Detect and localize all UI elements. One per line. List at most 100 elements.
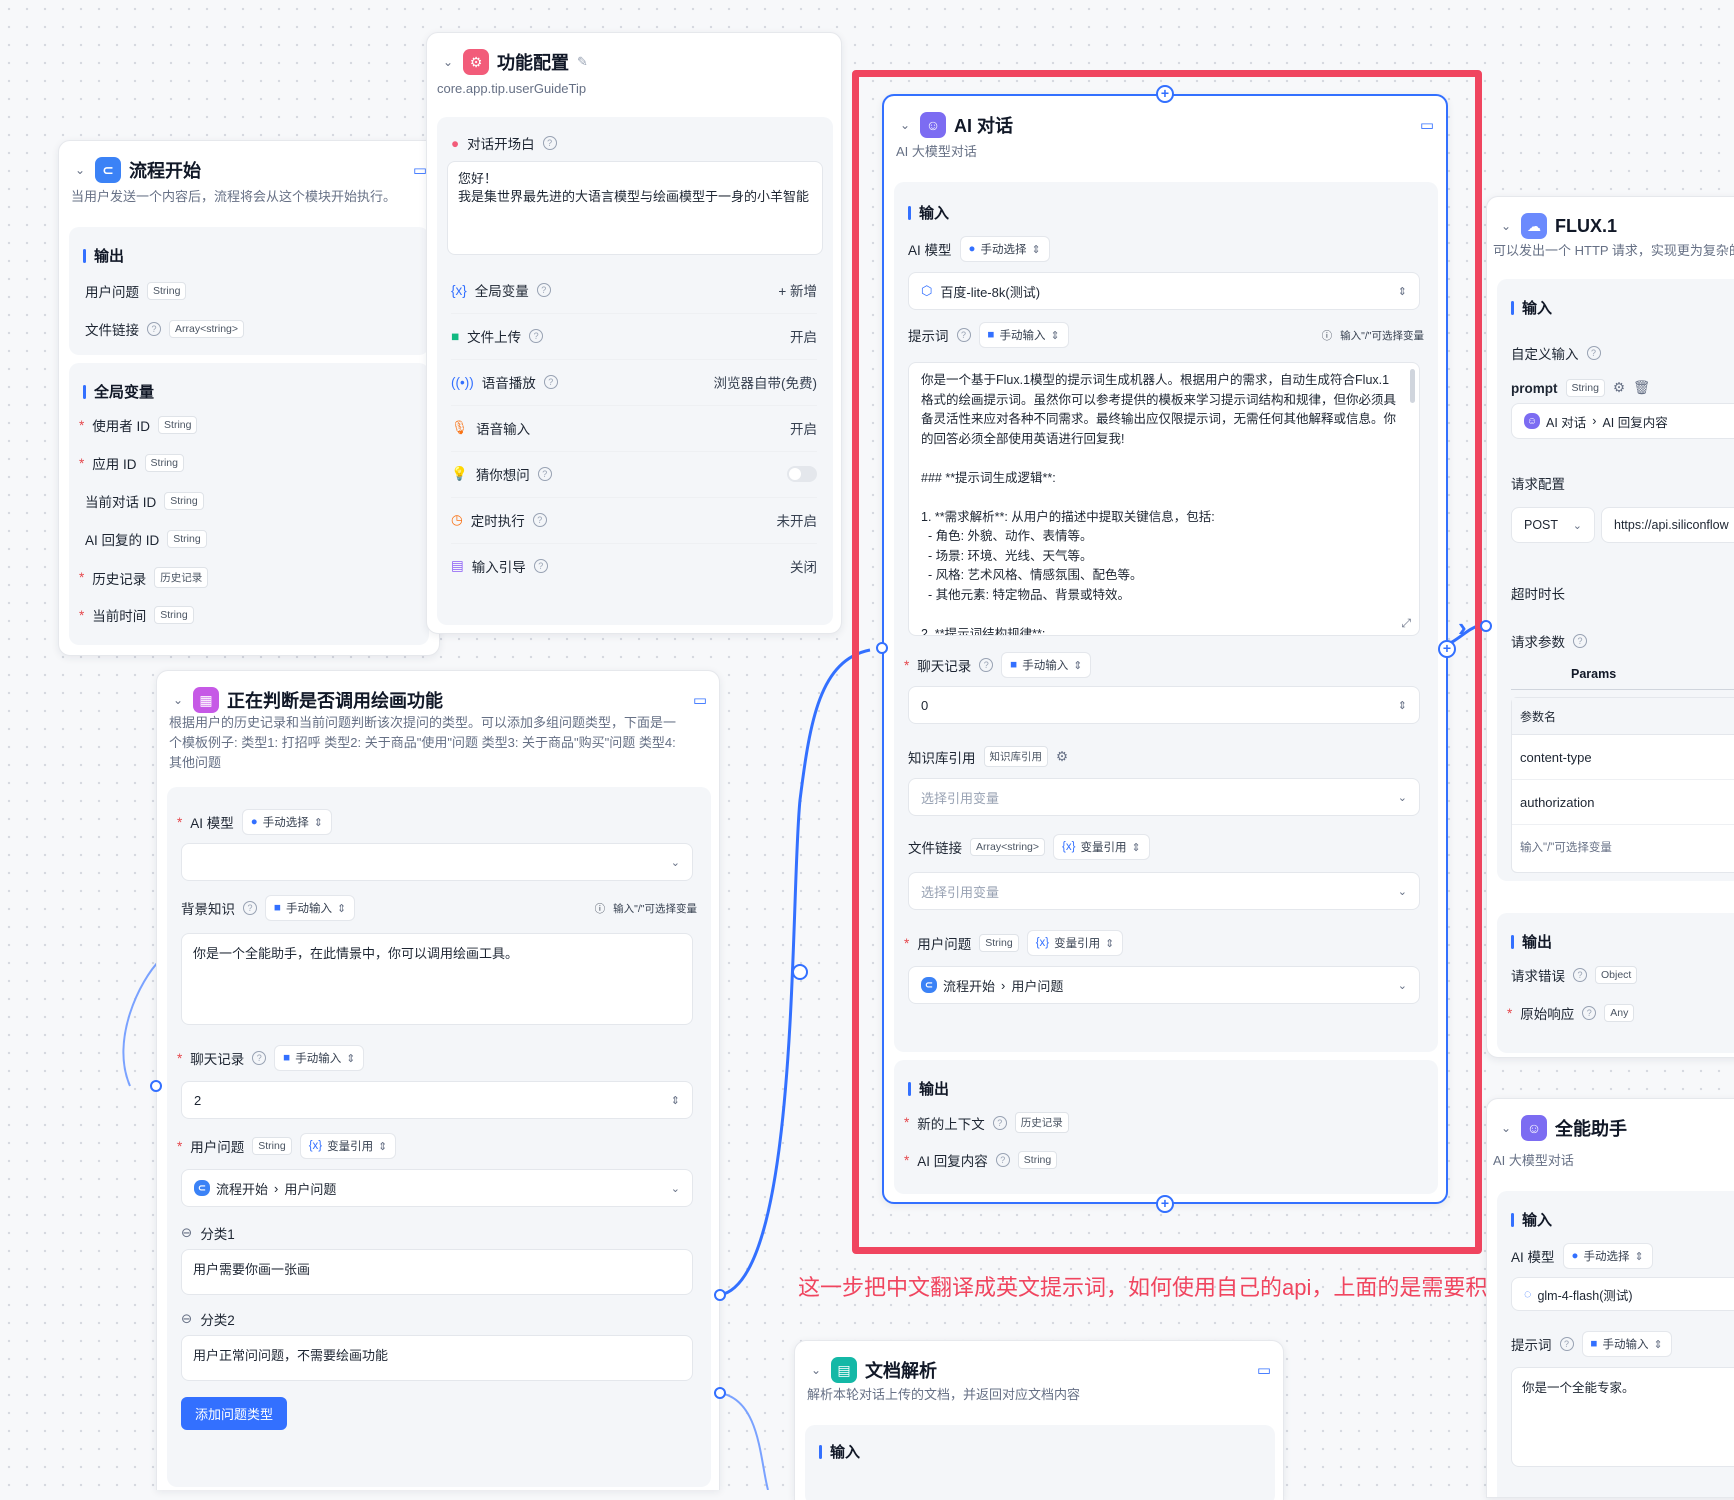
mode-selector[interactable]: ■ 手动输入 ⇕ bbox=[265, 895, 356, 921]
chevron-down-icon[interactable]: ⌄ bbox=[441, 55, 455, 69]
config-row-scheduled[interactable]: ◷ 定时执行? 未开启 bbox=[451, 497, 817, 544]
ai-chat-node[interactable]: ⌄ ☺ AI 对话 ▭ AI 大模型对话 输入 AI 模型 ● 手动选择 ⇕ ⬡ 百度-… bbox=[882, 94, 1448, 1204]
workflow-start-node[interactable]: ⌄ ⊂ 流程开始 ▭ 当用户发送一个内容后，流程将会从这个模块开始执行。 输出 … bbox=[58, 140, 440, 656]
question-reference-select[interactable]: ⊂ 流程开始 › 用户问题 ⌄ bbox=[181, 1169, 693, 1207]
history-number-input[interactable]: 0 ⇕ bbox=[908, 686, 1420, 724]
flux-http-node[interactable]: ⌄ ☁ FLUX.1 可以发出一个 HTTP 请求，实现更为复杂的 输入 自定义… bbox=[1486, 196, 1734, 1058]
knowledge-reference-select[interactable]: 选择引用变量 ⌄ bbox=[908, 778, 1420, 816]
settings-icon[interactable]: ⚙ bbox=[1056, 749, 1068, 765]
remove-category-icon[interactable]: ⊖ bbox=[181, 1225, 192, 1241]
url-input[interactable]: https://api.siliconflow bbox=[1601, 507, 1734, 543]
table-row[interactable]: content-type bbox=[1512, 735, 1734, 780]
mode-selector[interactable]: ■ 手动输入 ⇕ bbox=[978, 322, 1069, 348]
help-icon[interactable]: ? bbox=[995, 1153, 1010, 1167]
model-select[interactable]: ◌ glm-4-flash(测试) bbox=[1511, 1277, 1734, 1311]
help-icon[interactable]: ? bbox=[1586, 346, 1601, 360]
document-parse-node[interactable]: ⌄ ▤ 文档解析 ▭ 解析本轮对话上传的文档，并返回对应文档内容 输入 bbox=[794, 1340, 1284, 1500]
help-icon[interactable]: ? bbox=[1573, 634, 1587, 648]
help-icon[interactable]: ? bbox=[979, 658, 994, 672]
chevron-down-icon[interactable]: ⌄ bbox=[898, 118, 912, 132]
connection-handle[interactable] bbox=[1480, 620, 1492, 632]
settings-icon[interactable]: ⚙ bbox=[1613, 380, 1625, 396]
help-icon[interactable]: ? bbox=[956, 328, 971, 342]
mode-selector[interactable]: ● 手动选择 ⇕ bbox=[1562, 1243, 1653, 1269]
add-variable-button[interactable]: + 新增 bbox=[778, 280, 817, 300]
category-1-textarea[interactable]: 用户需要你画一张画 bbox=[181, 1249, 693, 1295]
history-number-input[interactable]: 2 ⇕ bbox=[181, 1081, 693, 1119]
row-value[interactable]: 开启 bbox=[790, 418, 817, 438]
help-icon[interactable]: ? bbox=[147, 322, 161, 336]
row-value[interactable]: 未开启 bbox=[777, 510, 818, 530]
help-icon[interactable]: ? bbox=[532, 513, 547, 527]
help-icon[interactable]: ? bbox=[543, 375, 558, 389]
scrollbar[interactable] bbox=[1410, 369, 1415, 403]
book-icon[interactable]: ▭ bbox=[413, 161, 427, 179]
chevron-down-icon[interactable]: ⌄ bbox=[1499, 219, 1513, 233]
mode-selector[interactable]: {x} 变量引用 ⇕ bbox=[299, 1133, 397, 1159]
toggle-switch[interactable] bbox=[787, 466, 817, 482]
params-tab[interactable]: Params bbox=[1571, 667, 1616, 681]
mode-selector[interactable]: {x} 变量引用 ⇕ bbox=[1026, 930, 1124, 956]
add-node-bottom-button[interactable]: + bbox=[1156, 1195, 1174, 1213]
assistant-node[interactable]: ⌄ ☺ 全能助手 AI 大模型对话 输入 AI 模型 ● 手动选择 ⇕ ◌ glm-4-… bbox=[1486, 1098, 1734, 1498]
help-icon[interactable]: ? bbox=[533, 559, 548, 573]
help-icon[interactable]: ? bbox=[537, 467, 552, 481]
prompt-textarea[interactable]: 你是一个全能专家。 bbox=[1511, 1367, 1734, 1467]
connection-handle[interactable] bbox=[714, 1387, 726, 1399]
config-row-voice-input[interactable]: 🎙 语音输入 开启 bbox=[451, 405, 817, 452]
config-row-file-upload[interactable]: ■ 文件上传? 开启 bbox=[451, 313, 817, 360]
welcome-textarea[interactable]: 您好！ 我是集世界最先进的大语言模型与绘画模型于一身的小羊智能 bbox=[447, 161, 823, 255]
chevron-down-icon[interactable]: ⌄ bbox=[73, 163, 87, 177]
row-value[interactable]: 关闭 bbox=[790, 556, 817, 576]
remove-category-icon[interactable]: ⊖ bbox=[181, 1311, 192, 1327]
mode-selector[interactable]: ● 手动选择 ⇕ bbox=[241, 809, 332, 835]
config-row-voice-playback[interactable]: ((•)) 语音播放? 浏览器自带(免费) bbox=[451, 359, 817, 406]
table-row[interactable]: authorization bbox=[1512, 780, 1734, 825]
question-reference-select[interactable]: ⊂ 流程开始 › 用户问题 ⌄ bbox=[908, 966, 1420, 1004]
row-value[interactable]: 开启 bbox=[790, 326, 817, 346]
chevron-down-icon[interactable]: ⌄ bbox=[809, 1363, 823, 1377]
mode-selector[interactable]: {x} 变量引用 ⇕ bbox=[1053, 834, 1150, 860]
stepper-icon[interactable]: ⇕ bbox=[671, 1094, 680, 1107]
book-icon[interactable]: ▭ bbox=[1420, 116, 1434, 134]
prompt-textarea[interactable]: 你是一个基于Flux.1模型的提示词生成机器人。根据用户的需求，自动生成符合Fl… bbox=[908, 362, 1420, 636]
connection-handle[interactable] bbox=[150, 1080, 162, 1092]
chevron-down-icon[interactable]: ⌄ bbox=[1499, 1121, 1513, 1135]
expand-icon[interactable]: ⤢ bbox=[1401, 616, 1411, 631]
help-icon[interactable]: ? bbox=[542, 136, 557, 150]
knowledge-textarea[interactable]: 你是一个全能助手，在此情景中，你可以调用绘画工具。 bbox=[181, 933, 693, 1025]
mode-selector[interactable]: ■ 手动输入 ⇕ bbox=[274, 1045, 365, 1071]
method-select[interactable]: POST ⌄ bbox=[1511, 507, 1595, 543]
help-icon[interactable]: ? bbox=[252, 1051, 267, 1065]
stepper-icon[interactable]: ⇕ bbox=[1398, 699, 1407, 712]
delete-icon[interactable]: 🗑 bbox=[1633, 380, 1650, 396]
prompt-reference-select[interactable]: ☺ AI 对话 › AI 回复内容 bbox=[1511, 403, 1734, 439]
feature-config-node[interactable]: ⌄ ⚙ 功能配置 ✎ core.app.tip.userGuideTip ● 对话… bbox=[426, 32, 842, 634]
mode-selector[interactable]: ■ 手动输入 ⇕ bbox=[1001, 652, 1092, 678]
book-icon[interactable]: ▭ bbox=[693, 691, 707, 709]
edit-icon[interactable]: ✎ bbox=[577, 54, 588, 70]
table-row[interactable]: 输入"/"可选择变量 bbox=[1512, 825, 1734, 869]
model-select[interactable]: ⬡ 百度-lite-8k(测试) ⇕ bbox=[908, 272, 1420, 310]
book-icon[interactable]: ▭ bbox=[1257, 1361, 1271, 1379]
mode-selector[interactable]: ● 手动选择 ⇕ bbox=[959, 236, 1050, 262]
help-icon[interactable]: ? bbox=[529, 329, 544, 343]
classify-question-node[interactable]: ⌄ ▦ 正在判断是否调用绘画功能 ▭ 根据用户的历史记录和当前问题判断该次提问的… bbox=[156, 670, 720, 1490]
help-icon[interactable]: ? bbox=[1559, 1337, 1574, 1351]
add-node-right-button[interactable]: + bbox=[1438, 640, 1456, 658]
row-value[interactable]: 浏览器自带(免费) bbox=[714, 372, 818, 392]
help-icon[interactable]: ? bbox=[243, 901, 257, 915]
model-select[interactable]: ⌄ bbox=[181, 843, 693, 881]
file-reference-select[interactable]: 选择引用变量 ⌄ bbox=[908, 872, 1420, 910]
config-row-global-variables[interactable]: {x} 全局变量? + 新增 bbox=[451, 267, 817, 314]
mode-selector[interactable]: ■ 手动输入 ⇕ bbox=[1581, 1331, 1672, 1357]
add-category-button[interactable]: 添加问题类型 bbox=[181, 1397, 288, 1430]
help-icon[interactable]: ? bbox=[992, 1115, 1007, 1130]
config-row-input-guide[interactable]: ▤ 输入引导? 关闭 bbox=[451, 543, 817, 589]
help-icon[interactable]: ? bbox=[1573, 968, 1587, 982]
add-node-top-button[interactable]: + bbox=[1156, 85, 1174, 103]
chevron-down-icon[interactable]: ⌄ bbox=[171, 693, 185, 707]
category-2-textarea[interactable]: 用户正常问问题，不需要绘画功能 bbox=[181, 1335, 693, 1381]
connection-handle[interactable] bbox=[876, 642, 888, 654]
connection-handle[interactable] bbox=[714, 1289, 726, 1301]
